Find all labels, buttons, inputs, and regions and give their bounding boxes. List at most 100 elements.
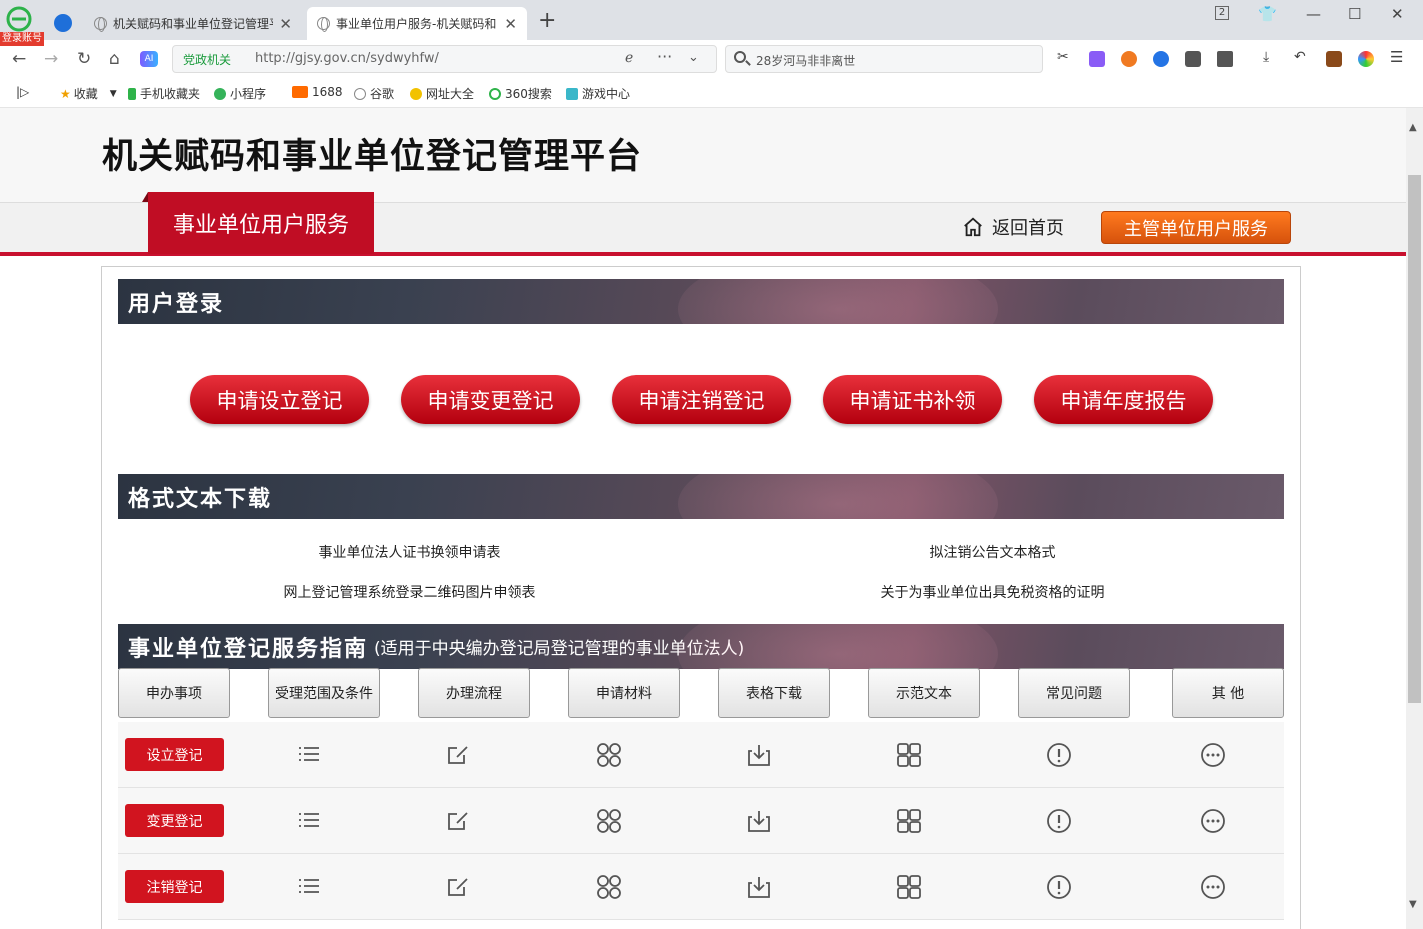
faq-icon[interactable] — [1046, 742, 1072, 768]
new-tab-button[interactable]: + — [538, 9, 556, 33]
chevron-down-icon[interactable]: ▼ — [110, 89, 117, 99]
login-account-badge[interactable]: 登录账号 — [0, 32, 44, 46]
bookmark-google[interactable]: 谷歌 — [354, 85, 394, 102]
bookmark-games[interactable]: 游戏中心 — [566, 85, 630, 102]
section-title: 格式文本下载 — [128, 485, 273, 512]
edit-icon[interactable] — [446, 874, 472, 900]
bookmark-1688[interactable]: 1688 — [292, 85, 343, 99]
user-login-banner: 用户登录 — [118, 279, 1284, 324]
supervisor-service-button[interactable]: 主管单位用户服务 — [1101, 211, 1291, 244]
minimize-icon[interactable]: — — [1306, 5, 1321, 23]
return-home-link[interactable]: 返回首页 — [962, 214, 1064, 240]
template-icon[interactable] — [896, 874, 922, 900]
download-icon[interactable] — [746, 808, 772, 834]
more-icon[interactable] — [1200, 742, 1226, 768]
apply-cancel-button[interactable]: 申请注销登记 — [612, 375, 791, 424]
close-window-icon[interactable]: ✕ — [1391, 5, 1404, 23]
col-head-forms[interactable]: 表格下载 — [718, 668, 830, 718]
menu-icon[interactable]: ☰ — [1390, 48, 1406, 66]
tab-user-service[interactable]: 事业单位用户服务-机关赋码和 ✕ — [307, 7, 527, 40]
bookmark-directory[interactable]: 网址大全 — [410, 85, 474, 102]
tab-platform-home[interactable]: 机关赋码和事业单位登记管理平台 ✕ — [84, 7, 302, 40]
phone-icon — [128, 87, 136, 100]
game-extension-icon[interactable] — [1121, 51, 1137, 67]
extensions-icon[interactable] — [1217, 51, 1233, 67]
bookmark-360-search[interactable]: 360搜索 — [489, 85, 552, 102]
skin-icon[interactable]: 👕 — [1258, 5, 1277, 23]
gamepad-icon — [566, 87, 578, 100]
col-head-other[interactable]: 其 他 — [1172, 668, 1284, 718]
more-icon[interactable] — [1200, 808, 1226, 834]
back-icon[interactable]: ← — [12, 49, 26, 69]
more-icon[interactable] — [1200, 874, 1226, 900]
list-icon[interactable] — [296, 874, 322, 900]
download-link-certificate-form[interactable]: 事业单位法人证书换领申请表 — [118, 542, 701, 562]
search-input[interactable]: 28岁河马非非离世 — [725, 45, 1043, 73]
home-icon[interactable]: ⌂ — [109, 49, 120, 69]
row-label-button[interactable]: 注销登记 — [125, 870, 224, 903]
apply-establish-button[interactable]: 申请设立登记 — [190, 375, 369, 424]
directory-icon — [410, 87, 422, 100]
download-link-qrcode-form[interactable]: 网上登记管理系统登录二维码图片申领表 — [118, 582, 701, 602]
download-link-tax-exempt[interactable]: 关于为事业单位出具免税资格的证明 — [701, 582, 1284, 602]
window-count-badge[interactable]: 2 — [1215, 6, 1229, 20]
col-head-item[interactable]: 申办事项 — [118, 668, 230, 718]
materials-icon[interactable] — [596, 808, 622, 834]
maximize-icon[interactable]: ☐ — [1348, 5, 1361, 23]
col-head-process[interactable]: 办理流程 — [418, 668, 530, 718]
scissors-icon[interactable]: ✂ — [1057, 49, 1073, 65]
edit-icon[interactable] — [446, 808, 472, 834]
toolbox-icon[interactable] — [1326, 51, 1342, 67]
reload-icon[interactable]: ↻ — [77, 49, 91, 69]
col-head-materials[interactable]: 申请材料 — [568, 668, 680, 718]
browser-logo-icon[interactable] — [6, 6, 32, 32]
row-label-button[interactable]: 设立登记 — [125, 738, 224, 771]
more-options-icon[interactable]: ··· — [657, 47, 672, 66]
apply-reissue-button[interactable]: 申请证书补领 — [823, 375, 1002, 424]
browser-tab-bar: 登录账号 机关赋码和事业单位登记管理平台 ✕ 事业单位用户服务-机关赋码和 ✕ … — [0, 0, 1423, 46]
1688-icon — [292, 86, 308, 98]
scroll-down-icon[interactable]: ▼ — [1409, 899, 1417, 910]
materials-icon[interactable] — [596, 742, 622, 768]
chevron-down-icon[interactable]: ⌄ — [688, 50, 699, 65]
apply-change-button[interactable]: 申请变更登记 — [401, 375, 580, 424]
close-tab-icon[interactable]: ✕ — [279, 15, 292, 33]
network-extension-icon[interactable] — [1153, 51, 1169, 67]
home-icon — [964, 217, 982, 237]
forward-icon[interactable]: → — [44, 49, 58, 69]
col-head-scope[interactable]: 受理范围及条件 — [268, 668, 380, 718]
list-icon[interactable] — [296, 808, 322, 834]
materials-icon[interactable] — [596, 874, 622, 900]
ie-mode-icon[interactable]: ℯ — [625, 50, 633, 66]
reader-icon[interactable] — [1185, 51, 1201, 67]
list-icon[interactable] — [296, 742, 322, 768]
template-icon[interactable] — [896, 808, 922, 834]
apply-annual-report-button[interactable]: 申请年度报告 — [1034, 375, 1213, 424]
col-head-faq[interactable]: 常见问题 — [1018, 668, 1130, 718]
sidebar-toggle-icon[interactable]: |▷ — [16, 85, 29, 99]
download-link-cancel-notice[interactable]: 拟注销公告文本格式 — [701, 542, 1284, 562]
pinned-tab-icon[interactable] — [54, 14, 72, 32]
faq-icon[interactable] — [1046, 874, 1072, 900]
faq-icon[interactable] — [1046, 808, 1072, 834]
download-manager-icon[interactable]: ⤓ — [1263, 49, 1279, 65]
bookmark-mobile[interactable]: 手机收藏夹 — [128, 85, 200, 102]
ai-assistant-icon[interactable]: AI — [140, 51, 158, 67]
edit-icon[interactable] — [446, 742, 472, 768]
row-label-button[interactable]: 变更登记 — [125, 804, 224, 837]
download-icon[interactable] — [746, 874, 772, 900]
bookmark-favorites[interactable]: ★ 收藏 ▼ — [60, 85, 117, 102]
undo-icon[interactable]: ↶ — [1294, 49, 1310, 65]
close-tab-icon[interactable]: ✕ — [504, 15, 517, 33]
download-icon[interactable] — [746, 742, 772, 768]
col-head-templates[interactable]: 示范文本 — [868, 668, 980, 718]
ai-color-icon[interactable] — [1358, 51, 1374, 67]
template-icon[interactable] — [896, 742, 922, 768]
scroll-up-icon[interactable]: ▲ — [1409, 122, 1417, 133]
scrollbar-thumb[interactable] — [1408, 175, 1421, 703]
translate-icon[interactable] — [1089, 51, 1105, 67]
bookmark-miniapp[interactable]: 小程序 — [214, 85, 266, 102]
globe-icon — [317, 17, 330, 32]
nav-tab-institution-service[interactable]: 事业单位用户服务 — [142, 192, 374, 254]
url-input[interactable]: 党政机关 http://gjsy.gov.cn/sydwyhfw/ ℯ ··· … — [172, 45, 717, 73]
